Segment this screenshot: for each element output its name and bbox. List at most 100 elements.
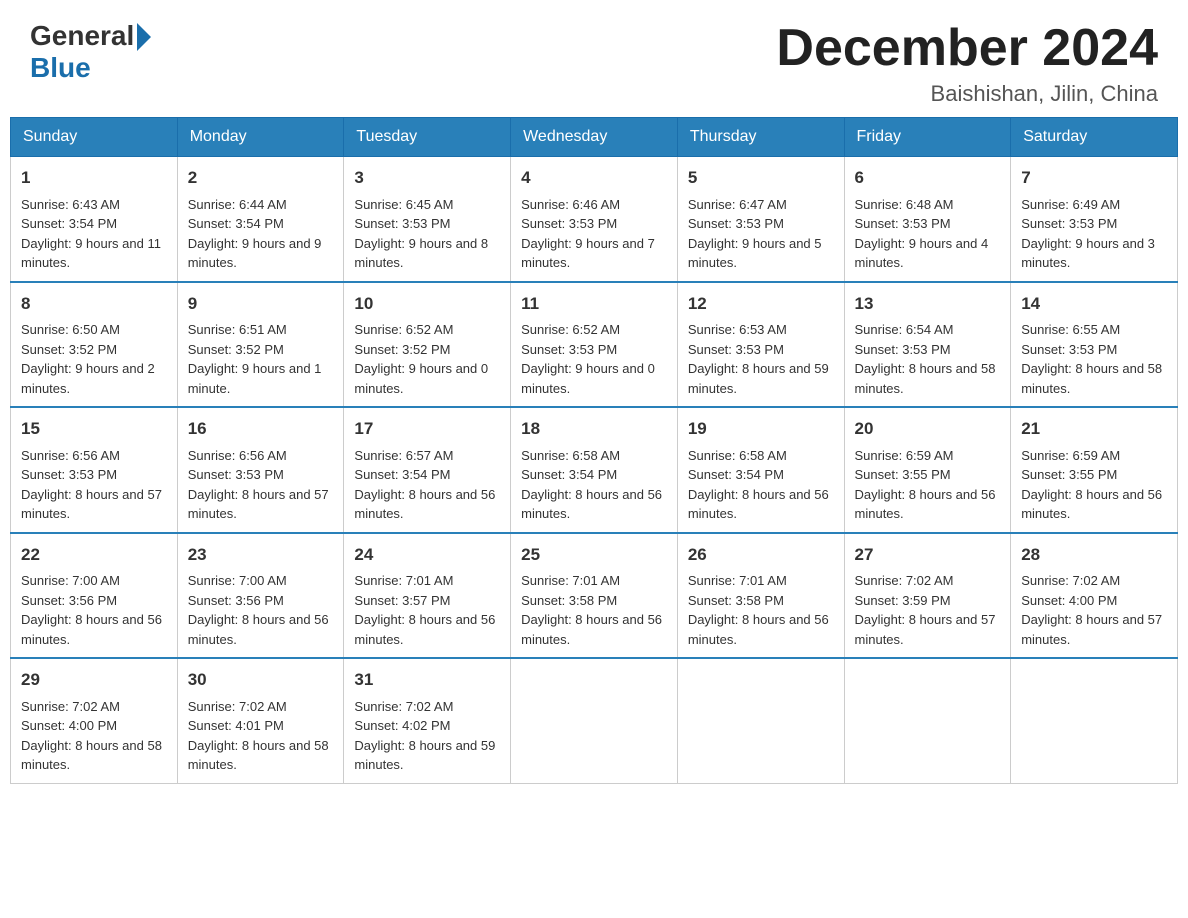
day-number: 10 xyxy=(354,291,500,317)
day-number: 27 xyxy=(855,542,1001,568)
table-row: 3 Sunrise: 6:45 AMSunset: 3:53 PMDayligh… xyxy=(344,157,511,282)
table-row: 29 Sunrise: 7:02 AMSunset: 4:00 PMDaylig… xyxy=(11,658,178,783)
day-info: Sunrise: 7:02 AMSunset: 4:02 PMDaylight:… xyxy=(354,699,495,773)
calendar-week-row: 22 Sunrise: 7:00 AMSunset: 3:56 PMDaylig… xyxy=(11,533,1178,659)
day-number: 31 xyxy=(354,667,500,693)
table-row: 28 Sunrise: 7:02 AMSunset: 4:00 PMDaylig… xyxy=(1011,533,1178,659)
header-sunday: Sunday xyxy=(11,118,178,157)
day-info: Sunrise: 6:54 AMSunset: 3:53 PMDaylight:… xyxy=(855,322,996,396)
location-subtitle: Baishishan, Jilin, China xyxy=(776,81,1158,107)
day-number: 24 xyxy=(354,542,500,568)
table-row: 20 Sunrise: 6:59 AMSunset: 3:55 PMDaylig… xyxy=(844,407,1011,533)
weekday-header-row: Sunday Monday Tuesday Wednesday Thursday… xyxy=(11,118,1178,157)
day-number: 20 xyxy=(855,416,1001,442)
day-info: Sunrise: 6:59 AMSunset: 3:55 PMDaylight:… xyxy=(855,448,996,522)
table-row: 14 Sunrise: 6:55 AMSunset: 3:53 PMDaylig… xyxy=(1011,282,1178,408)
table-row xyxy=(1011,658,1178,783)
day-info: Sunrise: 6:47 AMSunset: 3:53 PMDaylight:… xyxy=(688,197,822,271)
day-info: Sunrise: 6:56 AMSunset: 3:53 PMDaylight:… xyxy=(188,448,329,522)
day-number: 3 xyxy=(354,165,500,191)
day-info: Sunrise: 6:55 AMSunset: 3:53 PMDaylight:… xyxy=(1021,322,1162,396)
day-number: 4 xyxy=(521,165,667,191)
day-number: 9 xyxy=(188,291,334,317)
table-row xyxy=(511,658,678,783)
day-number: 13 xyxy=(855,291,1001,317)
day-info: Sunrise: 6:52 AMSunset: 3:53 PMDaylight:… xyxy=(521,322,655,396)
logo-arrow-icon xyxy=(137,23,151,51)
table-row: 21 Sunrise: 6:59 AMSunset: 3:55 PMDaylig… xyxy=(1011,407,1178,533)
day-info: Sunrise: 7:01 AMSunset: 3:57 PMDaylight:… xyxy=(354,573,495,647)
header-tuesday: Tuesday xyxy=(344,118,511,157)
table-row: 16 Sunrise: 6:56 AMSunset: 3:53 PMDaylig… xyxy=(177,407,344,533)
table-row: 11 Sunrise: 6:52 AMSunset: 3:53 PMDaylig… xyxy=(511,282,678,408)
day-number: 6 xyxy=(855,165,1001,191)
header-friday: Friday xyxy=(844,118,1011,157)
day-number: 22 xyxy=(21,542,167,568)
day-info: Sunrise: 6:58 AMSunset: 3:54 PMDaylight:… xyxy=(521,448,662,522)
day-number: 26 xyxy=(688,542,834,568)
day-number: 17 xyxy=(354,416,500,442)
day-info: Sunrise: 6:59 AMSunset: 3:55 PMDaylight:… xyxy=(1021,448,1162,522)
calendar-table: Sunday Monday Tuesday Wednesday Thursday… xyxy=(10,117,1178,784)
table-row: 19 Sunrise: 6:58 AMSunset: 3:54 PMDaylig… xyxy=(677,407,844,533)
day-number: 21 xyxy=(1021,416,1167,442)
table-row: 1 Sunrise: 6:43 AMSunset: 3:54 PMDayligh… xyxy=(11,157,178,282)
day-number: 18 xyxy=(521,416,667,442)
day-info: Sunrise: 7:02 AMSunset: 4:00 PMDaylight:… xyxy=(21,699,162,773)
day-info: Sunrise: 6:46 AMSunset: 3:53 PMDaylight:… xyxy=(521,197,655,271)
day-info: Sunrise: 6:50 AMSunset: 3:52 PMDaylight:… xyxy=(21,322,155,396)
table-row: 18 Sunrise: 6:58 AMSunset: 3:54 PMDaylig… xyxy=(511,407,678,533)
day-info: Sunrise: 7:02 AMSunset: 4:00 PMDaylight:… xyxy=(1021,573,1162,647)
table-row: 2 Sunrise: 6:44 AMSunset: 3:54 PMDayligh… xyxy=(177,157,344,282)
calendar-week-row: 1 Sunrise: 6:43 AMSunset: 3:54 PMDayligh… xyxy=(11,157,1178,282)
day-info: Sunrise: 6:57 AMSunset: 3:54 PMDaylight:… xyxy=(354,448,495,522)
day-number: 16 xyxy=(188,416,334,442)
day-number: 25 xyxy=(521,542,667,568)
table-row: 9 Sunrise: 6:51 AMSunset: 3:52 PMDayligh… xyxy=(177,282,344,408)
header-wednesday: Wednesday xyxy=(511,118,678,157)
table-row: 6 Sunrise: 6:48 AMSunset: 3:53 PMDayligh… xyxy=(844,157,1011,282)
day-info: Sunrise: 6:49 AMSunset: 3:53 PMDaylight:… xyxy=(1021,197,1155,271)
title-area: December 2024 Baishishan, Jilin, China xyxy=(776,20,1158,107)
day-number: 30 xyxy=(188,667,334,693)
table-row: 24 Sunrise: 7:01 AMSunset: 3:57 PMDaylig… xyxy=(344,533,511,659)
month-year-title: December 2024 xyxy=(776,20,1158,77)
day-info: Sunrise: 6:51 AMSunset: 3:52 PMDaylight:… xyxy=(188,322,322,396)
table-row: 22 Sunrise: 7:00 AMSunset: 3:56 PMDaylig… xyxy=(11,533,178,659)
day-info: Sunrise: 6:52 AMSunset: 3:52 PMDaylight:… xyxy=(354,322,488,396)
day-number: 29 xyxy=(21,667,167,693)
table-row: 27 Sunrise: 7:02 AMSunset: 3:59 PMDaylig… xyxy=(844,533,1011,659)
table-row: 30 Sunrise: 7:02 AMSunset: 4:01 PMDaylig… xyxy=(177,658,344,783)
logo-area: General Blue xyxy=(30,20,151,84)
day-info: Sunrise: 7:00 AMSunset: 3:56 PMDaylight:… xyxy=(188,573,329,647)
day-number: 23 xyxy=(188,542,334,568)
table-row xyxy=(844,658,1011,783)
table-row: 4 Sunrise: 6:46 AMSunset: 3:53 PMDayligh… xyxy=(511,157,678,282)
day-number: 8 xyxy=(21,291,167,317)
day-number: 28 xyxy=(1021,542,1167,568)
table-row: 13 Sunrise: 6:54 AMSunset: 3:53 PMDaylig… xyxy=(844,282,1011,408)
logo-blue-text: Blue xyxy=(30,52,91,83)
day-info: Sunrise: 7:01 AMSunset: 3:58 PMDaylight:… xyxy=(521,573,662,647)
header-saturday: Saturday xyxy=(1011,118,1178,157)
day-number: 2 xyxy=(188,165,334,191)
day-info: Sunrise: 6:43 AMSunset: 3:54 PMDaylight:… xyxy=(21,197,161,271)
day-number: 5 xyxy=(688,165,834,191)
calendar-week-row: 8 Sunrise: 6:50 AMSunset: 3:52 PMDayligh… xyxy=(11,282,1178,408)
calendar-week-row: 29 Sunrise: 7:02 AMSunset: 4:00 PMDaylig… xyxy=(11,658,1178,783)
day-number: 1 xyxy=(21,165,167,191)
header-thursday: Thursday xyxy=(677,118,844,157)
table-row: 26 Sunrise: 7:01 AMSunset: 3:58 PMDaylig… xyxy=(677,533,844,659)
day-info: Sunrise: 7:00 AMSunset: 3:56 PMDaylight:… xyxy=(21,573,162,647)
day-number: 19 xyxy=(688,416,834,442)
table-row: 23 Sunrise: 7:00 AMSunset: 3:56 PMDaylig… xyxy=(177,533,344,659)
logo-general-text: General xyxy=(30,20,134,52)
table-row: 10 Sunrise: 6:52 AMSunset: 3:52 PMDaylig… xyxy=(344,282,511,408)
table-row: 31 Sunrise: 7:02 AMSunset: 4:02 PMDaylig… xyxy=(344,658,511,783)
day-info: Sunrise: 6:48 AMSunset: 3:53 PMDaylight:… xyxy=(855,197,989,271)
day-info: Sunrise: 6:45 AMSunset: 3:53 PMDaylight:… xyxy=(354,197,488,271)
day-info: Sunrise: 6:53 AMSunset: 3:53 PMDaylight:… xyxy=(688,322,829,396)
day-info: Sunrise: 7:02 AMSunset: 3:59 PMDaylight:… xyxy=(855,573,996,647)
day-number: 11 xyxy=(521,291,667,317)
table-row xyxy=(677,658,844,783)
